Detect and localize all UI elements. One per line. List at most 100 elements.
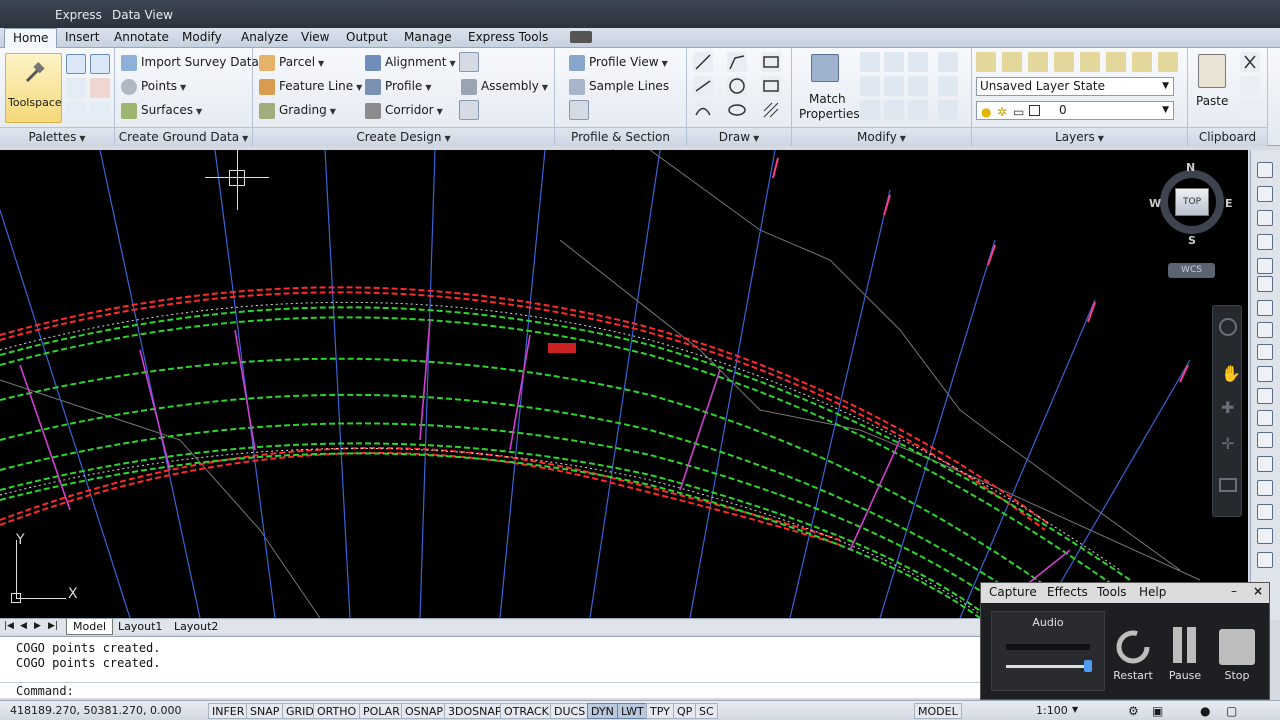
tab-express-tools[interactable]: Express Tools (460, 28, 556, 48)
toggle-ortho[interactable]: ORTHO (313, 703, 361, 719)
tool-icon-9[interactable] (1257, 344, 1273, 360)
tab-output[interactable]: Output (338, 28, 396, 48)
steering-wheel-icon[interactable] (1219, 318, 1237, 336)
model-space-button[interactable]: MODEL (914, 703, 962, 719)
viewcube-top-face[interactable]: TOP (1175, 188, 1209, 216)
tab-manage[interactable]: Manage (396, 28, 460, 48)
menu-tools[interactable]: Tools (1097, 585, 1127, 599)
panel-title-profile-section[interactable]: Profile & Section Views (555, 127, 686, 162)
import-survey-button[interactable]: Import Survey Data (121, 51, 259, 73)
stop-button[interactable] (1219, 629, 1255, 665)
toggle-snap[interactable]: SNAP (246, 703, 284, 719)
compass-n[interactable]: N (1186, 161, 1195, 174)
parcel-button[interactable]: Parcel ▼ (259, 51, 324, 73)
toolspace-button[interactable]: Toolspace (5, 53, 62, 123)
ellipse-icon[interactable] (727, 100, 747, 120)
tool-icon-2[interactable] (1257, 186, 1273, 202)
tool-icon-6[interactable] (1257, 276, 1273, 292)
circle-icon[interactable] (727, 76, 747, 96)
panel-title-palettes[interactable]: Palettes ▼ (0, 127, 114, 146)
tool-icon-8[interactable] (1257, 322, 1273, 338)
viewcube[interactable]: TOP N S E W (1149, 161, 1233, 247)
toggle-sc[interactable]: SC (695, 703, 718, 719)
compass-e[interactable]: E (1225, 197, 1233, 210)
rectangle-icon[interactable] (761, 76, 781, 96)
intersection-icon[interactable] (459, 52, 479, 72)
line-icon[interactable] (693, 52, 713, 72)
copy-icon[interactable] (938, 52, 958, 72)
surfaces-button[interactable]: Surfaces ▼ (121, 99, 202, 121)
sample-lines-button[interactable]: Sample Lines (569, 75, 669, 97)
move-icon[interactable] (860, 52, 880, 72)
toggle-ducs[interactable]: DUCS (550, 703, 590, 719)
layer-state-dropdown[interactable]: Unsaved Layer State ▼ (976, 77, 1174, 96)
tool-icon-7[interactable] (1257, 300, 1273, 316)
panel-title-create-ground[interactable]: Create Ground Data ▼ (115, 127, 252, 146)
menu-help[interactable]: Help (1139, 585, 1166, 599)
chevron-down-icon[interactable]: ▼ (1072, 705, 1078, 714)
tab-home[interactable]: Home (4, 28, 58, 49)
zoom-icon[interactable]: ✚ (1221, 398, 1234, 417)
grading-button[interactable]: Grading ▼ (259, 99, 336, 121)
menu-effects[interactable]: Effects (1047, 585, 1088, 599)
copy-base-icon[interactable] (1240, 100, 1260, 120)
cut-icon[interactable] (1240, 52, 1260, 72)
layer-lock-icon[interactable] (1080, 52, 1100, 72)
fillet-icon[interactable] (938, 76, 958, 96)
tool-icon-11[interactable] (1257, 388, 1273, 404)
layer-isolate-icon[interactable] (1002, 52, 1022, 72)
restart-button[interactable] (1113, 627, 1153, 667)
spline-icon[interactable] (693, 100, 713, 120)
compass-s[interactable]: S (1188, 234, 1196, 247)
properties-icon[interactable] (66, 102, 86, 122)
trim-icon[interactable] (908, 52, 928, 72)
layer-properties-icon[interactable] (976, 52, 996, 72)
panel-title-create-design[interactable]: Create Design ▼ (253, 127, 554, 146)
express-menu[interactable]: Express (55, 8, 102, 22)
workspace-gear-icon[interactable]: ⚙ (1128, 704, 1139, 718)
polygon-icon[interactable] (761, 52, 781, 72)
toggle-osnap[interactable]: OSNAP (401, 703, 448, 719)
compass-w[interactable]: W (1149, 197, 1161, 210)
panel-title-modify[interactable]: Modify ▼ (792, 127, 971, 146)
panel-title-draw[interactable]: Draw ▼ (687, 127, 791, 146)
toolbox-red-icon[interactable] (90, 78, 110, 98)
hatch-icon[interactable] (761, 100, 781, 120)
tool-icon-12[interactable] (1257, 410, 1273, 426)
tab-view[interactable]: View (293, 28, 337, 48)
layer-dropdown[interactable]: ● ✲ ▭ 0 ▼ (976, 101, 1174, 120)
command-input[interactable]: Command: (0, 682, 990, 699)
tab-prev-icon[interactable]: ◀ (20, 621, 27, 631)
pause-button[interactable] (1173, 627, 1197, 667)
polyline-icon[interactable] (727, 52, 747, 72)
array-icon[interactable] (938, 100, 958, 120)
copy-clip-icon[interactable] (1240, 76, 1260, 96)
scale-icon[interactable] (884, 76, 904, 96)
toggle-polar[interactable]: POLAR (359, 703, 404, 719)
wcs-button[interactable]: WCS (1168, 263, 1215, 278)
mirror-icon[interactable] (908, 76, 928, 96)
tab-first-icon[interactable]: |◀ (4, 621, 14, 631)
tool-icon-1[interactable] (1257, 162, 1273, 178)
xline-icon[interactable] (693, 76, 713, 96)
toggle-otrack[interactable]: OTRACK (500, 703, 553, 719)
tab-insert[interactable]: Insert (57, 28, 107, 48)
toggle-dyn[interactable]: DYN (587, 703, 618, 719)
tab-modify[interactable]: Modify (174, 28, 230, 48)
profile-view-button[interactable]: Profile View ▼ (569, 51, 668, 73)
tool-icon-14[interactable] (1257, 456, 1273, 472)
corridor-button[interactable]: Corridor ▼ (365, 99, 443, 121)
layer-freeze-icon[interactable] (1054, 52, 1074, 72)
orbit-icon[interactable]: ✛ (1221, 434, 1234, 453)
settings-icon[interactable] (90, 54, 110, 74)
data-view-menu[interactable]: Data View (112, 8, 173, 22)
profile-button[interactable]: Profile ▼ (365, 75, 431, 97)
tab-model[interactable]: Model (66, 619, 114, 635)
panorama-icon[interactable] (90, 102, 110, 122)
bulb-status-icon[interactable]: ● (1200, 704, 1210, 718)
layer-previous-icon[interactable] (1158, 52, 1178, 72)
tool-icon-16[interactable] (1257, 504, 1273, 520)
pipe-network-icon[interactable] (459, 100, 479, 120)
toggle-3dosnap[interactable]: 3DOSNAP (444, 703, 506, 719)
minimize-icon[interactable]: – (1231, 584, 1237, 598)
